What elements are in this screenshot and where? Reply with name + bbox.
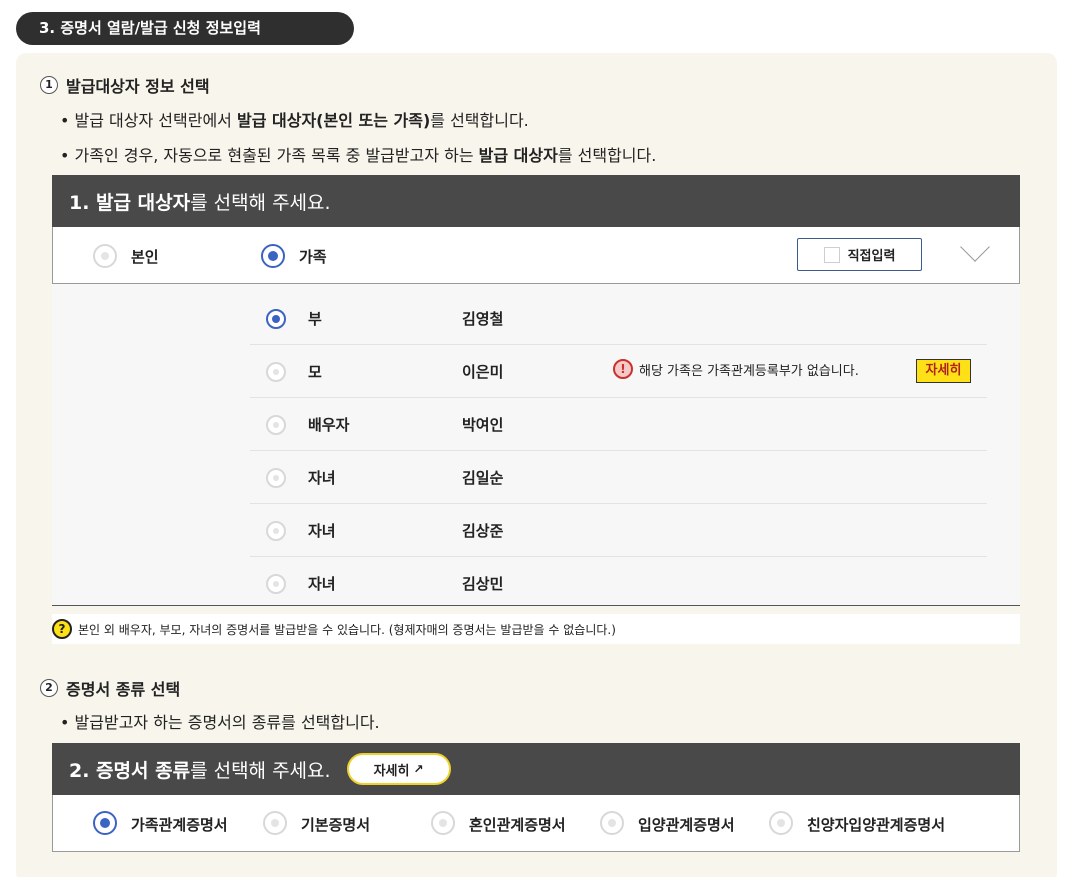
step2-title-text: 증명서 종류 선택: [66, 680, 181, 699]
family-row[interactable]: 자녀 김상준: [250, 504, 987, 557]
radio-family[interactable]: [261, 244, 285, 268]
family-warning: ! 해당 가족은 가족관계등록부가 없습니다.: [613, 359, 859, 379]
family-radio[interactable]: [266, 362, 286, 382]
family-relation: 부: [308, 310, 322, 328]
radio-cert-family[interactable]: [93, 811, 117, 835]
step2-bullet-1: • 발급받고자 하는 증명서의 종류를 선택합니다.: [60, 713, 380, 732]
target-type-row: 본인 가족 직접입력: [52, 227, 1020, 284]
panel-header-bold: 2. 증명서 종류: [69, 759, 191, 782]
family-radio[interactable]: [266, 468, 286, 488]
radio-family-label: 가족: [299, 248, 327, 266]
step1-bullet-1: • 발급 대상자 선택란에서 발급 대상자(본인 또는 가족)를 선택합니다.: [60, 111, 529, 130]
family-relation: 자녀: [308, 522, 336, 540]
family-name: 이은미: [462, 363, 504, 381]
step1-bullet-2: • 가족인 경우, 자동으로 현출된 가족 목록 중 발급받고자 하는 발급 대…: [60, 146, 657, 165]
step1-number: 1: [40, 76, 58, 94]
bullet-text: 를 선택합니다.: [430, 111, 529, 130]
radio-cert-full-adoption[interactable]: [769, 811, 793, 835]
radio-cert-label: 혼인관계증명서: [469, 816, 566, 834]
bullet-bold-text: 발급 대상자: [478, 146, 558, 165]
help-note-text: 본인 외 배우자, 부모, 자녀의 증명서를 발급받을 수 있습니다. (형제자…: [78, 622, 616, 637]
family-name: 김일순: [462, 469, 504, 487]
radio-self[interactable]: [93, 244, 117, 268]
bullet-text: 발급 대상자 선택란에서: [74, 111, 237, 130]
family-name: 김영철: [462, 310, 504, 328]
help-note: ? 본인 외 배우자, 부모, 자녀의 증명서를 발급받을 수 있습니다. (형…: [52, 614, 1020, 644]
family-radio[interactable]: [266, 521, 286, 541]
step2-number: 2: [40, 679, 58, 697]
cert-panel-header: 2. 증명서 종류 를 선택해 주세요. 자세히 ↗: [52, 743, 1020, 795]
family-relation: 자녀: [308, 575, 336, 593]
bullet-text: 발급받고자 하는 증명서의 종류를 선택합니다.: [74, 713, 380, 732]
bullet-text: 가족인 경우, 자동으로 현출된 가족 목록 중 발급받고자 하는: [74, 146, 479, 165]
target-panel-header: 1. 발급 대상자 를 선택해 주세요.: [52, 175, 1020, 227]
warning-text: 해당 가족은 가족관계등록부가 없습니다.: [639, 363, 859, 379]
radio-cert-label: 가족관계증명서: [131, 816, 228, 834]
step1-title: 1 발급대상자 정보 선택: [40, 73, 210, 97]
radio-cert-label: 친양자입양관계증명서: [807, 816, 946, 834]
radio-cert-label: 입양관계증명서: [638, 816, 735, 834]
direct-input-label: 직접입력: [847, 249, 896, 264]
family-name: 김상민: [462, 575, 504, 593]
panel-header-text: 를 선택해 주세요.: [190, 759, 331, 782]
family-relation: 배우자: [308, 416, 350, 434]
section-title: 3. 증명서 열람/발급 신청 정보입력: [16, 12, 354, 45]
cert-type-row: 가족관계증명서 기본증명서 혼인관계증명서 입양관계증명서 친양자입양관계증명서: [52, 795, 1020, 852]
family-row[interactable]: 자녀 김일순: [250, 451, 987, 504]
family-name: 김상준: [462, 522, 504, 540]
cert-detail-label: 자세히: [373, 763, 410, 779]
family-row[interactable]: 자녀 김상민: [250, 557, 987, 610]
family-name: 박여인: [462, 416, 504, 434]
panel-header-text: 를 선택해 주세요.: [190, 191, 331, 214]
bullet-bold-text: 발급 대상자(본인 또는 가족): [237, 111, 431, 130]
radio-cert-marriage[interactable]: [431, 811, 455, 835]
family-radio[interactable]: [266, 574, 286, 594]
radio-cert-adoption[interactable]: [600, 811, 624, 835]
direct-input-checkbox[interactable]: [823, 246, 840, 263]
family-relation: 모: [308, 363, 322, 381]
family-relation: 자녀: [308, 469, 336, 487]
direct-input-button[interactable]: 직접입력: [797, 238, 922, 271]
family-row[interactable]: 배우자 박여인: [250, 398, 987, 451]
question-icon: ?: [52, 619, 72, 639]
radio-cert-basic[interactable]: [263, 811, 287, 835]
step1-title-text: 발급대상자 정보 선택: [66, 77, 210, 96]
detail-button[interactable]: 자세히: [916, 359, 971, 383]
family-radio[interactable]: [266, 309, 286, 329]
radio-cert-label: 기본증명서: [301, 816, 371, 834]
family-radio[interactable]: [266, 415, 286, 435]
family-row[interactable]: 부 김영철: [250, 292, 987, 345]
external-link-icon: ↗: [413, 762, 424, 776]
family-row[interactable]: 모 이은미 ! 해당 가족은 가족관계등록부가 없습니다. 자세히: [250, 345, 987, 398]
bullet-text: 를 선택합니다.: [557, 146, 657, 165]
warning-icon: !: [613, 359, 633, 379]
cert-detail-button[interactable]: 자세히 ↗: [346, 753, 451, 785]
chevron-down-icon[interactable]: [960, 232, 990, 262]
step2-title: 2 증명서 종류 선택: [40, 676, 180, 700]
panel-header-bold: 1. 발급 대상자: [69, 191, 191, 214]
radio-self-label: 본인: [131, 248, 159, 266]
family-list: 부 김영철 모 이은미 ! 해당 가족은 가족관계등록부가 없습니다. 자세히 …: [52, 284, 1020, 606]
